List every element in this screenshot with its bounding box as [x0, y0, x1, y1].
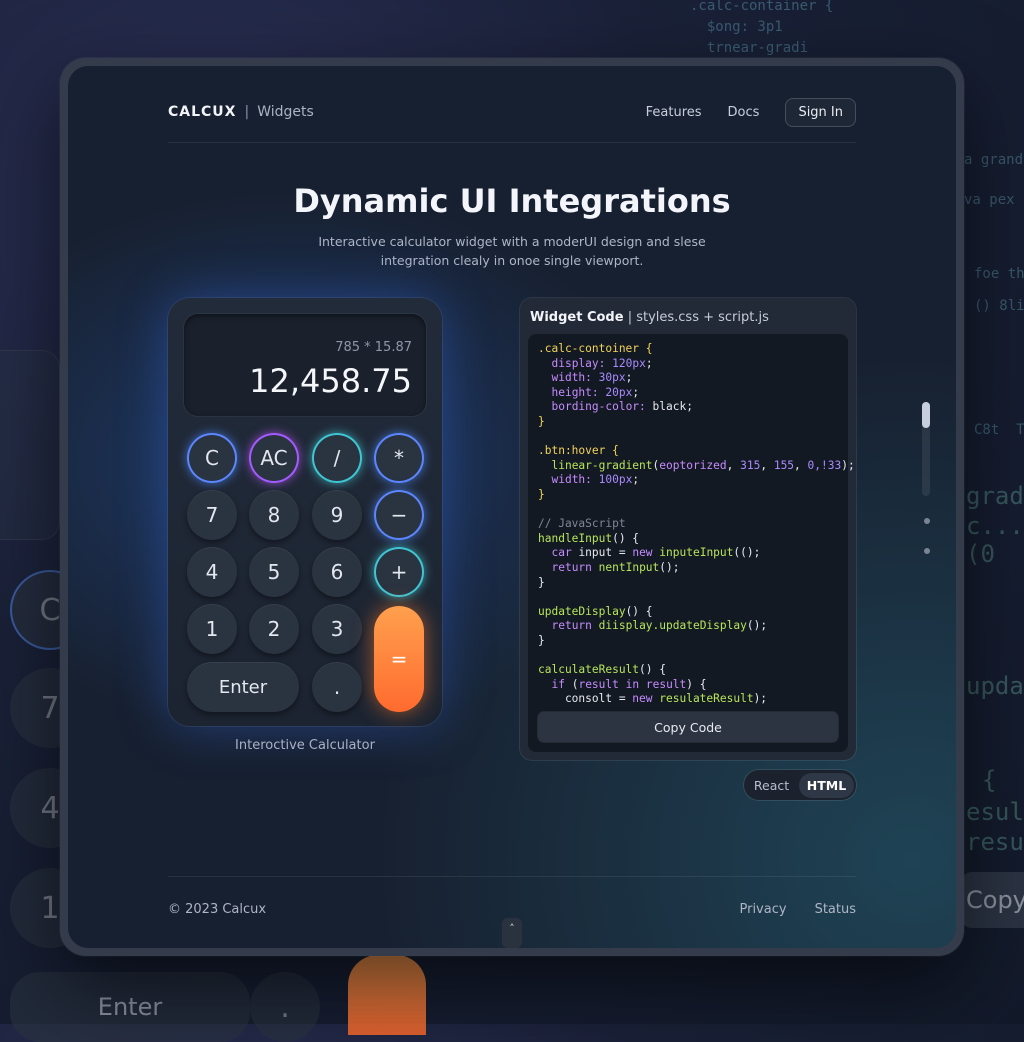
- background-snippet: resul: [966, 828, 1024, 856]
- background-copy-button: Copy: [960, 872, 1024, 928]
- brand-sub: Widgets: [257, 104, 314, 120]
- brand-separator: |: [244, 104, 250, 120]
- key-plus[interactable]: +: [374, 547, 424, 597]
- page-subtitle-line: Interactive calculator widget with a mod…: [318, 234, 706, 249]
- code-panel-title-files: | styles.css + script.js: [623, 310, 769, 325]
- key-divide[interactable]: /: [312, 433, 362, 483]
- pager-dot[interactable]: [924, 548, 930, 554]
- background-snippet: updat: [966, 672, 1024, 700]
- key-multiply[interactable]: *: [374, 433, 424, 483]
- key-four[interactable]: 4: [187, 547, 237, 597]
- calculator-result: 12,458.75: [249, 362, 412, 400]
- scrollbar[interactable]: [922, 402, 930, 496]
- background-snippet: () 8li: [974, 298, 1024, 314]
- device-frame: CALCUX | Widgets Features Docs Sign In D…: [60, 58, 964, 956]
- screen: CALCUX | Widgets Features Docs Sign In D…: [68, 66, 956, 948]
- key-two[interactable]: 2: [249, 604, 299, 654]
- background-snippet: c...(0: [966, 512, 1024, 568]
- footer-link-privacy[interactable]: Privacy: [739, 902, 786, 917]
- nav-link-features[interactable]: Features: [646, 105, 702, 120]
- key-one[interactable]: 1: [187, 604, 237, 654]
- background-snippet: a grand(: [964, 152, 1024, 168]
- footer-links: Privacy Status: [739, 902, 856, 917]
- scrollbar-thumb[interactable]: [922, 402, 930, 428]
- key-decimal[interactable]: .: [312, 662, 362, 712]
- page-subtitle: Interactive calculator widget with a mod…: [308, 232, 716, 270]
- background-snippet: va pex b: [964, 192, 1024, 208]
- code-lines: .calc-contoiner { display: 120px; width:…: [538, 342, 855, 706]
- background-snippet: foe th: [974, 266, 1024, 282]
- calculator-caption: Interoctive Calculator: [235, 738, 375, 753]
- toggle-react[interactable]: React: [744, 778, 799, 793]
- background-key: .: [250, 972, 320, 1042]
- footer-link-status[interactable]: Status: [815, 902, 856, 917]
- brand-name: CALCUX: [168, 104, 237, 120]
- brand[interactable]: CALCUX | Widgets: [168, 104, 314, 120]
- key-eight[interactable]: 8: [249, 490, 299, 540]
- key-minus[interactable]: −: [374, 490, 424, 540]
- key-all-clear[interactable]: AC: [249, 433, 299, 483]
- key-equals[interactable]: =: [374, 606, 424, 712]
- background-snippet: {: [982, 766, 997, 794]
- background-panel: [0, 350, 60, 540]
- key-six[interactable]: 6: [312, 547, 362, 597]
- chevron-up-icon[interactable]: ˄: [502, 918, 522, 948]
- pager-dot[interactable]: [924, 518, 930, 524]
- top-nav: CALCUX | Widgets Features Docs Sign In: [168, 82, 856, 143]
- key-three[interactable]: 3: [312, 604, 362, 654]
- nav-links: Features Docs Sign In: [646, 97, 856, 127]
- page-title: Dynamic UI Integrations: [293, 182, 731, 220]
- background-enter-key: Enter: [10, 972, 250, 1042]
- code-panel-title: Widget Code | styles.css + script.js: [530, 310, 769, 325]
- background-equals-key: [348, 955, 426, 1035]
- background-snippet: C8t T: [974, 422, 1024, 438]
- toggle-html[interactable]: HTML: [799, 772, 854, 798]
- copy-code-button[interactable]: Copy Code: [538, 712, 838, 742]
- key-nine[interactable]: 9: [312, 490, 362, 540]
- framework-toggle: React HTML: [744, 770, 856, 800]
- footer-copyright: © 2023 Calcux: [168, 901, 267, 917]
- background-snippet: esult: [966, 798, 1024, 826]
- background-snippet: gradi: [966, 482, 1024, 510]
- nav-link-docs[interactable]: Docs: [728, 105, 760, 120]
- background-code-snippet: .calc-container { $ong: 3p1 trnear-gradi: [690, 0, 834, 56]
- sign-in-button[interactable]: Sign In: [785, 97, 856, 127]
- key-clear[interactable]: C: [187, 433, 237, 483]
- calculator-display: 785 * 15.87 12,458.75: [184, 314, 426, 416]
- key-seven[interactable]: 7: [187, 490, 237, 540]
- page-subtitle-line: integration clealy in onoe single viewpo…: [380, 253, 644, 268]
- calculator-expression: 785 * 15.87: [335, 340, 412, 355]
- code-panel-title-bold: Widget Code: [530, 310, 624, 325]
- key-five[interactable]: 5: [249, 547, 299, 597]
- code-block[interactable]: .calc-contoiner { display: 120px; width:…: [528, 334, 855, 752]
- code-panel: Widget Code | styles.css + script.js .ca…: [520, 298, 856, 760]
- key-enter[interactable]: Enter: [187, 662, 299, 712]
- calculator-widget: 785 * 15.87 12,458.75 C AC / * 7 8 9 − 4…: [168, 298, 442, 726]
